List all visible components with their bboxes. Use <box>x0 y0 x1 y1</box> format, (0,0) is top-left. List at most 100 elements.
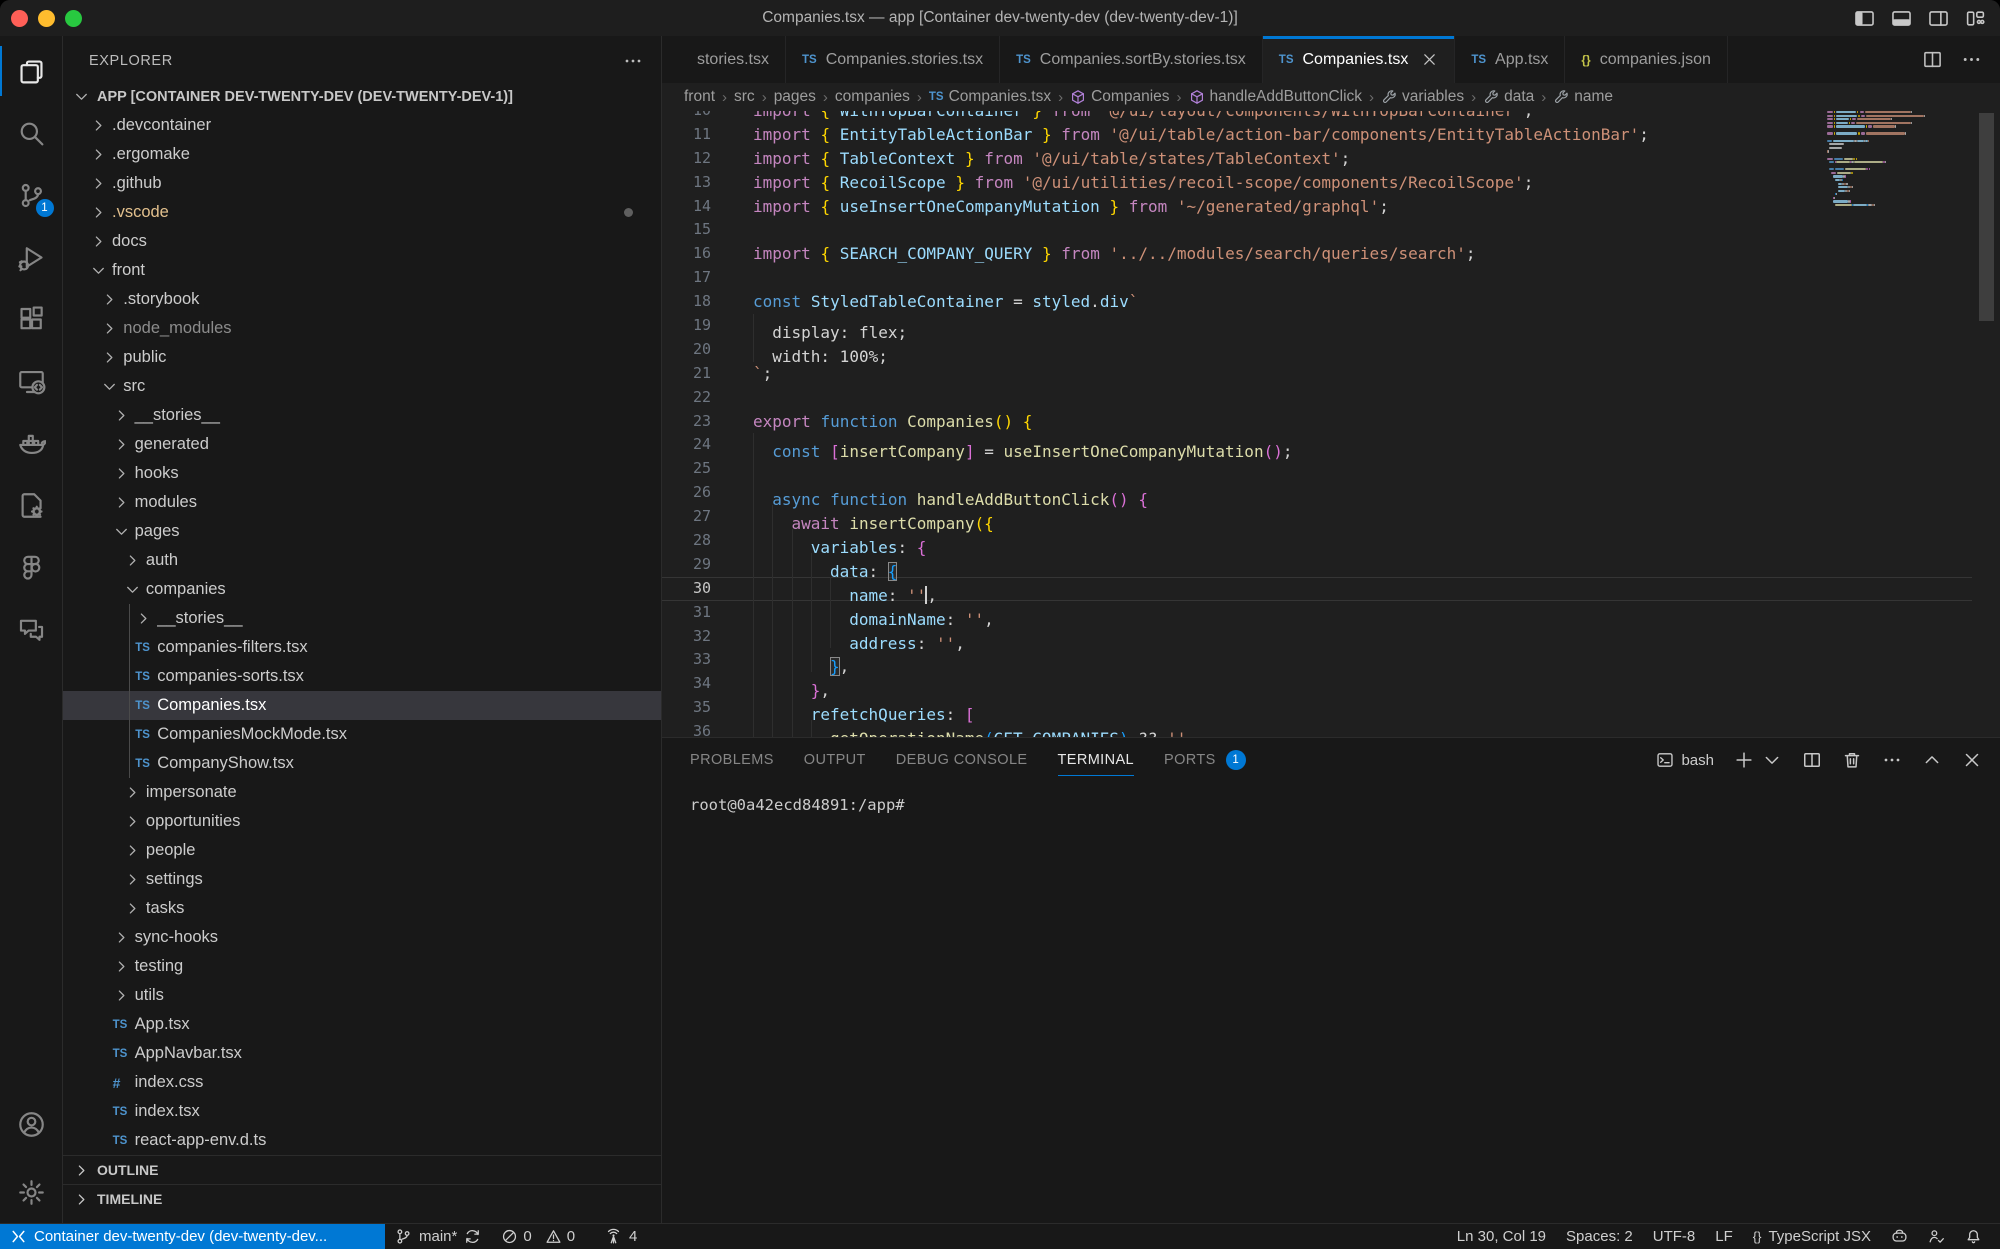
breadcrumb-item-pages[interactable]: pages <box>774 88 816 106</box>
language-mode-status[interactable]: {}TypeScript JSX <box>1743 1224 1881 1249</box>
code-line-20[interactable]: 20width: 100%; <box>662 338 2000 362</box>
problems-status[interactable]: 0 0 <box>491 1224 585 1249</box>
tree-item-modules[interactable]: modules <box>63 488 661 517</box>
tree-item-react-app-env-d-ts[interactable]: TSreact-app-env.d.ts <box>63 1126 661 1155</box>
tree-item-pages[interactable]: pages <box>63 517 661 546</box>
panel-tab-ports[interactable]: PORTS1 <box>1164 738 1246 782</box>
tree-item-appnavbar-tsx[interactable]: TSAppNavbar.tsx <box>63 1039 661 1068</box>
tree-item-utils[interactable]: utils <box>63 981 661 1010</box>
code-line-26[interactable]: 26async function handleAddButtonClick() … <box>662 481 2000 505</box>
code-line-32[interactable]: 32address: '', <box>662 625 2000 649</box>
code-line-19[interactable]: 19display: flex; <box>662 314 2000 338</box>
tree-item-companies[interactable]: companies <box>63 575 661 604</box>
code-line-13[interactable]: 13import { RecoilScope } from '@/ui/util… <box>662 171 2000 195</box>
ports-status[interactable]: 4 <box>595 1224 647 1249</box>
code-line-12[interactable]: 12import { TableContext } from '@/ui/tab… <box>662 147 2000 171</box>
close-tab-icon[interactable] <box>1421 51 1438 68</box>
code-line-31[interactable]: 31domainName: '', <box>662 601 2000 625</box>
tree-item-companies-filters-tsx[interactable]: TScompanies-filters.tsx <box>63 633 661 662</box>
activity-item-explorer[interactable] <box>0 40 63 102</box>
git-branch-status[interactable]: main* <box>385 1224 491 1249</box>
tab-app-tsx[interactable]: TSApp.tsx <box>1455 36 1565 83</box>
activity-item-settings[interactable] <box>0 1161 63 1223</box>
sync-icon[interactable] <box>464 1228 481 1245</box>
breadcrumb-item-companies[interactable]: companies <box>835 88 910 106</box>
layout-left-icon[interactable] <box>1854 8 1875 29</box>
breadcrumb-item-front[interactable]: front <box>684 88 715 106</box>
tree-item-node-modules[interactable]: node_modules <box>63 314 661 343</box>
tree-item-testing[interactable]: testing <box>63 952 661 981</box>
copilot-status[interactable] <box>1881 1224 1918 1249</box>
code-line-24[interactable]: 24const [insertCompany] = useInsertOneCo… <box>662 433 2000 457</box>
breadcrumb-item-companies-tsx[interactable]: TSCompanies.tsx <box>929 88 1051 106</box>
activity-item-remote-explorer[interactable] <box>0 350 63 412</box>
tree-item-front[interactable]: front <box>63 256 661 285</box>
breadcrumb-item-variables[interactable]: variables <box>1381 88 1464 106</box>
activity-item-accounts[interactable] <box>0 1093 63 1155</box>
split-terminal-icon[interactable] <box>1802 750 1822 770</box>
activity-item-docker[interactable] <box>0 412 63 474</box>
tree-item-opportunities[interactable]: opportunities <box>63 807 661 836</box>
tree-item-people[interactable]: people <box>63 836 661 865</box>
code-line-17[interactable]: 17 <box>662 266 2000 290</box>
tree-item-companyshow-tsx[interactable]: TSCompanyShow.tsx <box>63 749 661 778</box>
encoding-status[interactable]: UTF-8 <box>1643 1224 1706 1249</box>
editor-more-actions-icon[interactable] <box>1961 49 1982 70</box>
minimize-window-button[interactable] <box>38 10 55 27</box>
editor-scrollbar-thumb[interactable] <box>1979 113 1994 321</box>
tree-item--ergomake[interactable]: .ergomake <box>63 140 661 169</box>
code-line-30[interactable]: 30name: '', <box>662 577 2000 601</box>
sidebar-section-outline[interactable]: OUTLINE <box>63 1155 661 1184</box>
code-line-29[interactable]: 29data: { <box>662 553 2000 577</box>
tree-item-hooks[interactable]: hooks <box>63 459 661 488</box>
code-line-36[interactable]: 36getOperationName(GET_COMPANIES) ?? '', <box>662 720 2000 737</box>
tree-item-docs[interactable]: docs <box>63 227 661 256</box>
tree-item-companies-tsx[interactable]: TSCompanies.tsx <box>63 691 661 720</box>
activity-item-run-debug[interactable] <box>0 226 63 288</box>
tab-stories-tsx[interactable]: stories.tsx <box>662 36 786 83</box>
terminal-dropdown-icon[interactable] <box>1762 750 1782 770</box>
activity-item-source-control[interactable]: 1 <box>0 164 63 226</box>
panel-tab-problems[interactable]: PROBLEMS <box>690 738 774 782</box>
tree-item-settings[interactable]: settings <box>63 865 661 894</box>
terminal-output[interactable]: root@0a42ecd84891:/app# <box>662 782 2000 814</box>
activity-item-comments[interactable] <box>0 598 63 660</box>
breadcrumb-item-handleaddbuttonclick[interactable]: handleAddButtonClick <box>1189 88 1363 106</box>
tree-item-index-css[interactable]: #index.css <box>63 1068 661 1097</box>
tree-item--storybook[interactable]: .storybook <box>63 285 661 314</box>
activity-item-container-tools[interactable] <box>0 474 63 536</box>
kill-terminal-icon[interactable] <box>1842 750 1862 770</box>
code-line-23[interactable]: 23export function Companies() { <box>662 410 2000 434</box>
activity-item-extensions[interactable] <box>0 288 63 350</box>
panel-tab-output[interactable]: OUTPUT <box>804 738 866 782</box>
code-line-34[interactable]: 34}, <box>662 672 2000 696</box>
new-terminal-icon[interactable] <box>1734 750 1754 770</box>
maximize-window-button[interactable] <box>65 10 82 27</box>
close-window-button[interactable] <box>11 10 28 27</box>
breadcrumb-item-name[interactable]: name <box>1553 88 1613 106</box>
layout-bottom-icon[interactable] <box>1891 8 1912 29</box>
tree-item--devcontainer[interactable]: .devcontainer <box>63 111 661 140</box>
tree-item-app-tsx[interactable]: TSApp.tsx <box>63 1010 661 1039</box>
panel-tab-debug-console[interactable]: DEBUG CONSOLE <box>896 738 1028 782</box>
panel-tab-terminal[interactable]: TERMINAL <box>1058 738 1135 782</box>
tree-item--github[interactable]: .github <box>63 169 661 198</box>
code-line-16[interactable]: 16import { SEARCH_COMPANY_QUERY } from '… <box>662 242 2000 266</box>
close-panel-icon[interactable] <box>1962 750 1982 770</box>
breadcrumb-item-companies[interactable]: Companies <box>1070 88 1169 106</box>
feedback-status[interactable] <box>1918 1224 1955 1249</box>
code-line-28[interactable]: 28variables: { <box>662 529 2000 553</box>
code-line-10[interactable]: 10import { WithTopBarContainer } from '@… <box>662 111 2000 123</box>
code-line-35[interactable]: 35refetchQueries: [ <box>662 696 2000 720</box>
tree-item-public[interactable]: public <box>63 343 661 372</box>
code-line-11[interactable]: 11import { EntityTableActionBar } from '… <box>662 123 2000 147</box>
tab-companies-stories-tsx[interactable]: TSCompanies.stories.tsx <box>786 36 1000 83</box>
tree-item--vscode[interactable]: .vscode <box>63 198 661 227</box>
split-editor-icon[interactable] <box>1922 49 1943 70</box>
tree-item--stories-[interactable]: __stories__ <box>63 604 661 633</box>
layout-right-icon[interactable] <box>1928 8 1949 29</box>
remote-indicator[interactable]: Container dev-twenty-dev (dev-twenty-dev… <box>0 1224 385 1249</box>
layout-custom-icon[interactable] <box>1965 8 1986 29</box>
activity-item-search[interactable] <box>0 102 63 164</box>
code-editor[interactable]: 10import { WithTopBarContainer } from '@… <box>662 111 2000 737</box>
